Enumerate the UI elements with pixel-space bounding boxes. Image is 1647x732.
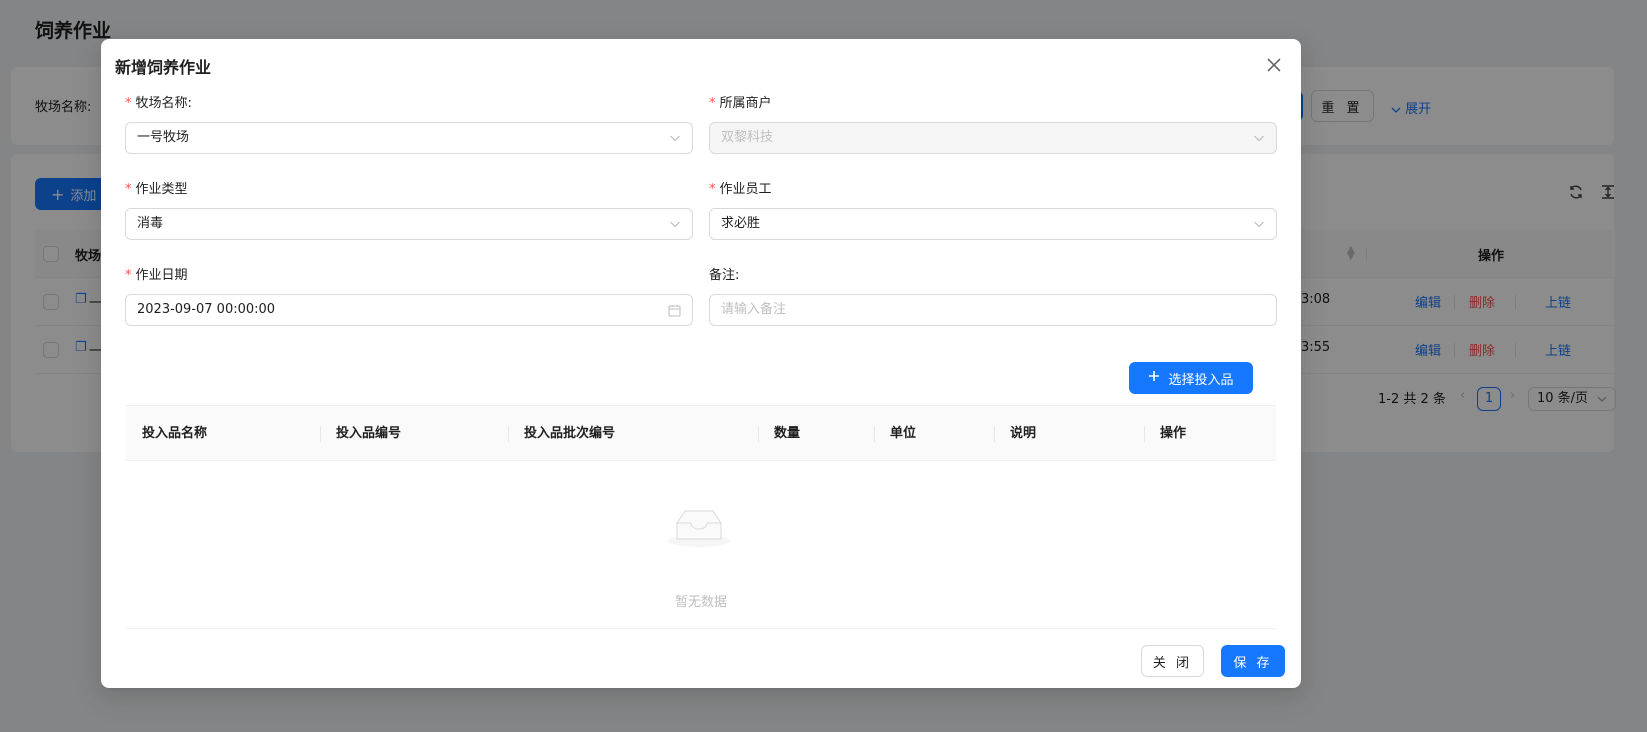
column-actions: 操作 <box>1160 426 1187 441</box>
remark-label: 备注: <box>709 268 740 283</box>
ranch-select[interactable]: 一号牧场 <box>125 122 693 154</box>
chevron-down-icon <box>1253 123 1265 153</box>
select-inputs-button[interactable]: 选择投入品 <box>1129 362 1253 394</box>
ranch-label: * 牧场名称: <box>125 96 192 111</box>
select-inputs-label: 选择投入品 <box>1168 372 1234 388</box>
date-picker[interactable]: 2023-09-07 00:00:00 <box>125 294 693 326</box>
inputs-table-empty: 暂无数据 <box>126 461 1276 629</box>
employee-select[interactable]: 求必胜 <box>709 208 1277 240</box>
column-quantity: 数量 <box>774 426 801 441</box>
merchant-label: * 所属商户 <box>709 96 772 111</box>
close-button[interactable]: 关 闭 <box>1141 645 1204 677</box>
chevron-down-icon <box>1253 209 1265 239</box>
column-input-code: 投入品编号 <box>336 426 402 441</box>
add-feeding-modal: 新增饲养作业 * 牧场名称: 一号牧场 * 所属商户 双黎科技 * 作业类型 消毒 *… <box>101 39 1301 688</box>
chevron-down-icon <box>669 209 681 239</box>
column-input-name: 投入品名称 <box>142 426 208 441</box>
calendar-icon <box>668 295 681 325</box>
work-type-label: * 作业类型 <box>125 182 188 197</box>
inputs-table-header: 投入品名称 投入品编号 投入品批次编号 数量 单位 说明 操作 <box>126 405 1276 461</box>
column-unit: 单位 <box>890 426 917 441</box>
save-button[interactable]: 保 存 <box>1221 645 1285 677</box>
remark-input[interactable]: 请输入备注 <box>709 294 1277 326</box>
ranch-value: 一号牧场 <box>137 130 190 145</box>
close-icon[interactable] <box>1263 54 1285 76</box>
inbox-empty-icon <box>667 505 731 553</box>
chevron-down-icon <box>669 123 681 153</box>
work-type-select[interactable]: 消毒 <box>125 208 693 240</box>
employee-value: 求必胜 <box>721 216 761 231</box>
merchant-value: 双黎科技 <box>721 130 774 145</box>
remark-placeholder: 请输入备注 <box>721 302 787 317</box>
date-value: 2023-09-07 00:00:00 <box>137 302 276 317</box>
date-label: * 作业日期 <box>125 268 188 283</box>
merchant-select: 双黎科技 <box>709 122 1277 154</box>
employee-label: * 作业员工 <box>709 182 772 197</box>
plus-icon <box>1148 370 1160 386</box>
modal-title: 新增饲养作业 <box>115 58 212 77</box>
column-batch-code: 投入品批次编号 <box>524 426 616 441</box>
column-description: 说明 <box>1010 426 1037 441</box>
work-type-value: 消毒 <box>137 216 164 231</box>
empty-text: 暂无数据 <box>674 595 727 610</box>
